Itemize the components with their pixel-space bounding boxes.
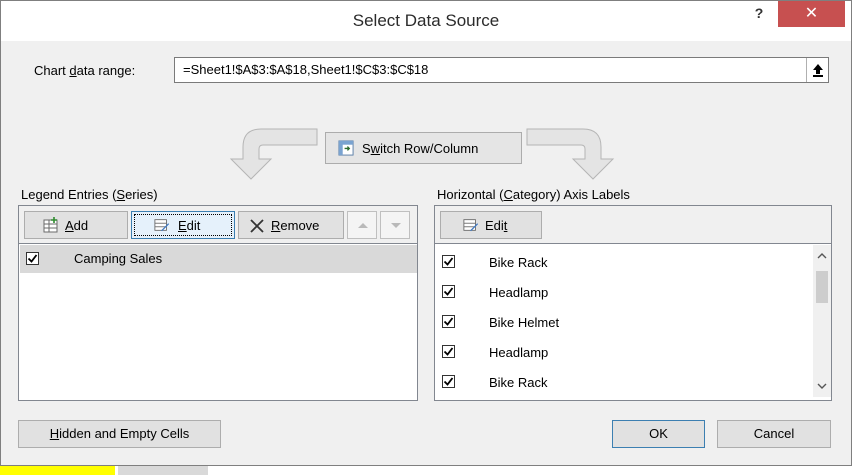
axis-labels-heading: Horizontal (Category) Axis Labels [437, 187, 630, 202]
chart-data-range-label: Chart data range: [34, 63, 136, 78]
close-button[interactable]: ✕ [778, 1, 845, 27]
chart-data-range-value: =Sheet1!$A$3:$A$18,Sheet1!$C$3:$C$18 [183, 62, 429, 77]
switch-row-column-button[interactable]: Switch Row/Column [325, 132, 522, 164]
move-down-button[interactable] [380, 211, 410, 239]
ok-button[interactable]: OK [612, 420, 705, 448]
axis-label-text: Bike Rack [489, 375, 548, 390]
hidden-and-empty-cells-button[interactable]: Hidden and Empty Cells [18, 420, 221, 448]
highlighted-cell [0, 466, 115, 475]
legend-toolbar: Add Edit Remove [19, 206, 417, 244]
move-up-button[interactable] [347, 211, 377, 239]
edit-series-button[interactable]: Edit [131, 211, 235, 239]
axis-label-text: Headlamp [489, 345, 549, 360]
move-up-arrow-icon [358, 223, 368, 228]
right-curved-arrow-icon [526, 128, 615, 180]
checkmark-icon [443, 347, 454, 356]
collapse-dialog-button[interactable] [806, 58, 828, 82]
title-bar: Select Data Source ? ✕ [1, 1, 851, 41]
axis-label-checkbox[interactable] [442, 285, 455, 298]
axis-label-row[interactable]: Bike Rack [436, 249, 811, 279]
legend-entries-heading: Legend Entries (Series) [21, 187, 158, 202]
series-row-camping-sales[interactable]: Camping Sales [20, 245, 417, 273]
axis-label-row[interactable]: Bike Rack [436, 369, 811, 399]
axis-label-checkbox[interactable] [442, 315, 455, 328]
collapse-arrow-icon [812, 64, 823, 77]
scroll-up-arrow-icon[interactable] [817, 253, 827, 259]
dialog-title: Select Data Source [352, 11, 500, 30]
add-series-button[interactable]: Add [24, 211, 128, 239]
axis-label-text: Bike Helmet [489, 315, 560, 330]
checkmark-icon [443, 317, 454, 326]
series-label: Camping Sales [74, 251, 163, 266]
remove-x-icon [250, 219, 264, 233]
select-data-source-dialog: Select Data Source ? ✕ Chart data range:… [0, 0, 852, 466]
switch-row-column-icon [338, 140, 354, 156]
axis-toolbar: Edit [435, 206, 831, 244]
checkmark-icon [443, 377, 454, 386]
scroll-down-arrow-icon[interactable] [817, 383, 827, 389]
left-curved-arrow-icon [229, 128, 318, 180]
axis-label-row[interactable]: Headlamp [436, 339, 811, 369]
grey-cell [118, 466, 208, 475]
scroll-thumb[interactable] [816, 271, 828, 303]
axis-label-text: Headlamp [489, 285, 549, 300]
move-down-arrow-icon [391, 223, 401, 228]
add-table-icon [43, 217, 58, 233]
axis-label-row[interactable]: Headlamp [436, 279, 811, 309]
chart-data-range-input[interactable]: =Sheet1!$A$3:$A$18,Sheet1!$C$3:$C$18 [174, 57, 829, 83]
axis-label-checkbox[interactable] [442, 255, 455, 268]
checkmark-icon [443, 287, 454, 296]
series-checkbox[interactable] [26, 252, 39, 265]
axis-labels-panel: Edit Bike Rack Headlamp Bike Helmet Head… [434, 205, 832, 401]
cancel-button[interactable]: Cancel [717, 420, 831, 448]
edit-table-icon [154, 219, 170, 232]
checkmark-icon [443, 257, 454, 266]
axis-label-row[interactable]: Bike Helmet [436, 309, 811, 339]
axis-label-checkbox[interactable] [442, 375, 455, 388]
checkmark-icon [27, 254, 38, 263]
help-button[interactable]: ? [747, 5, 771, 27]
legend-entries-panel: Add Edit Remove Camping Sales [18, 205, 418, 401]
edit-axis-labels-button[interactable]: Edit [440, 211, 542, 239]
axis-label-text: Bike Rack [489, 255, 548, 270]
axis-label-checkbox[interactable] [442, 345, 455, 358]
axis-labels-scrollbar[interactable] [813, 245, 831, 397]
edit-table-icon [463, 219, 479, 232]
remove-series-button[interactable]: Remove [238, 211, 344, 239]
